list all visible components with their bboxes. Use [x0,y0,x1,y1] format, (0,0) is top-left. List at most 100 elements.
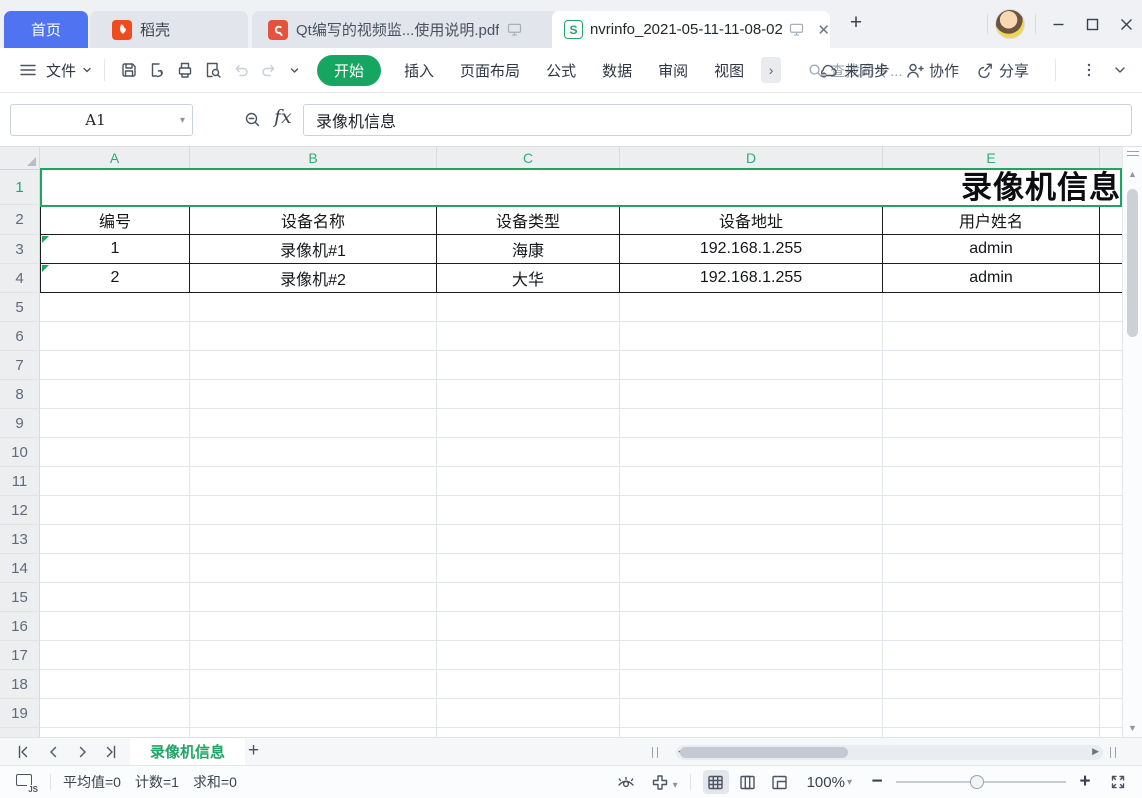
vertical-scrollbar-thumb[interactable] [1127,189,1138,337]
cell-D3[interactable]: 192.168.1.255 [620,235,883,264]
row-header-4[interactable]: 4 [0,264,40,293]
undo-button[interactable] [227,60,255,80]
row-header-8[interactable]: 8 [0,380,40,409]
file-menu[interactable]: 文件 [46,60,76,81]
cell-C8[interactable] [437,380,620,409]
cell-D9[interactable] [620,409,883,438]
cell-C13[interactable] [437,525,620,554]
cell-D8[interactable] [620,380,883,409]
column-header-D[interactable]: D [620,147,883,170]
cell-E11[interactable] [883,467,1100,496]
next-sheet-icon[interactable] [74,743,92,761]
scroll-up-icon[interactable]: ▲ [1128,169,1137,179]
cell-D15[interactable] [620,583,883,612]
cell-E17[interactable] [883,641,1100,670]
tab-active-spreadsheet[interactable]: S nvrinfo_2021-05-11-11-08-02 ✕ [552,11,830,48]
cell-B10[interactable] [190,438,437,467]
cell-F15[interactable] [1100,583,1122,612]
cell-C12[interactable] [437,496,620,525]
row-header-16[interactable]: 16 [0,612,40,641]
sync-status[interactable]: 未同步 [817,60,889,81]
cell-B5[interactable] [190,293,437,322]
cell-A14[interactable] [40,554,190,583]
user-avatar[interactable] [995,9,1025,39]
formula-input[interactable]: 录像机信息 [303,104,1132,136]
export-pdf-button[interactable] [143,60,171,80]
cell-C17[interactable] [437,641,620,670]
cell-A20[interactable] [40,728,190,737]
cell-A16[interactable] [40,612,190,641]
cell-B4[interactable]: 录像机#2 [190,264,437,293]
scroll-down-icon[interactable]: ▼ [1128,723,1137,733]
redo-button[interactable] [255,60,283,80]
eye-protection-icon[interactable] [615,772,637,792]
cell-F12[interactable] [1100,496,1122,525]
cell-F16[interactable] [1100,612,1122,641]
fullscreen-icon[interactable] [1108,772,1128,792]
cell-E10[interactable] [883,438,1100,467]
cell-D7[interactable] [620,351,883,380]
new-tab-button[interactable]: + [843,10,869,36]
cell-C6[interactable] [437,322,620,351]
cell-F7[interactable] [1100,351,1122,380]
more-tabs-chevron[interactable]: › [761,57,781,83]
ribbon-tab-start[interactable]: 开始 [317,55,381,86]
cell-A12[interactable] [40,496,190,525]
cell-F13[interactable] [1100,525,1122,554]
cell-B12[interactable] [190,496,437,525]
cell-F19[interactable] [1100,699,1122,728]
scrollbar-resize-handle[interactable] [652,747,658,758]
cell-B13[interactable] [190,525,437,554]
page-break-view-button[interactable] [767,770,793,794]
cell-B15[interactable] [190,583,437,612]
cell-A15[interactable] [40,583,190,612]
cell-C11[interactable] [437,467,620,496]
cell-A1-merged[interactable] [40,170,1122,205]
cell-B2[interactable]: 设备名称 [190,205,437,235]
cell-F17[interactable] [1100,641,1122,670]
row-header-10[interactable]: 10 [0,438,40,467]
cell-A9[interactable] [40,409,190,438]
zoom-out-button[interactable]: − [866,771,888,793]
tab-pdf-document[interactable]: Qt编写的视频监...使用说明.pdf [252,11,558,48]
horizontal-scrollbar-thumb[interactable] [680,747,848,758]
add-sheet-button[interactable]: + [240,740,267,762]
cell-F10[interactable] [1100,438,1122,467]
save-button[interactable] [115,60,143,80]
collapse-ribbon-chevron-icon[interactable] [1112,62,1128,78]
row-header-5[interactable]: 5 [0,293,40,322]
cell-C5[interactable] [437,293,620,322]
row-header-12[interactable]: 12 [0,496,40,525]
cell-E13[interactable] [883,525,1100,554]
cell-D13[interactable] [620,525,883,554]
cell-A13[interactable] [40,525,190,554]
tab-docer[interactable]: 稻壳 [90,11,248,48]
cell-B14[interactable] [190,554,437,583]
first-sheet-icon[interactable] [14,743,32,761]
ribbon-tab-view[interactable]: 视图 [701,60,757,81]
cell-A11[interactable] [40,467,190,496]
previous-sheet-icon[interactable] [44,743,62,761]
cell-E15[interactable] [883,583,1100,612]
row-header-2[interactable]: 2 [0,205,40,235]
cell-D12[interactable] [620,496,883,525]
split-handle[interactable] [1127,151,1139,159]
cell-C4[interactable]: 大华 [437,264,620,293]
zoom-formula-icon[interactable] [243,110,263,130]
zoom-in-button[interactable]: + [1074,771,1096,793]
cell-A7[interactable] [40,351,190,380]
cell-B20[interactable] [190,728,437,737]
tab-home[interactable]: 首页 [4,11,88,48]
row-header-1[interactable]: 1 [0,170,40,205]
cell-D17[interactable] [620,641,883,670]
pan-mode-icon[interactable] [649,772,671,792]
normal-view-button[interactable] [703,770,729,794]
cell-C3[interactable]: 海康 [437,235,620,264]
column-header-A[interactable]: A [40,147,190,170]
cell-C19[interactable] [437,699,620,728]
pan-mode-dropdown-icon[interactable]: ▾ [673,780,678,791]
more-options-icon[interactable] [1082,62,1096,78]
cell-F9[interactable] [1100,409,1122,438]
cell-B7[interactable] [190,351,437,380]
cell-A6[interactable] [40,322,190,351]
